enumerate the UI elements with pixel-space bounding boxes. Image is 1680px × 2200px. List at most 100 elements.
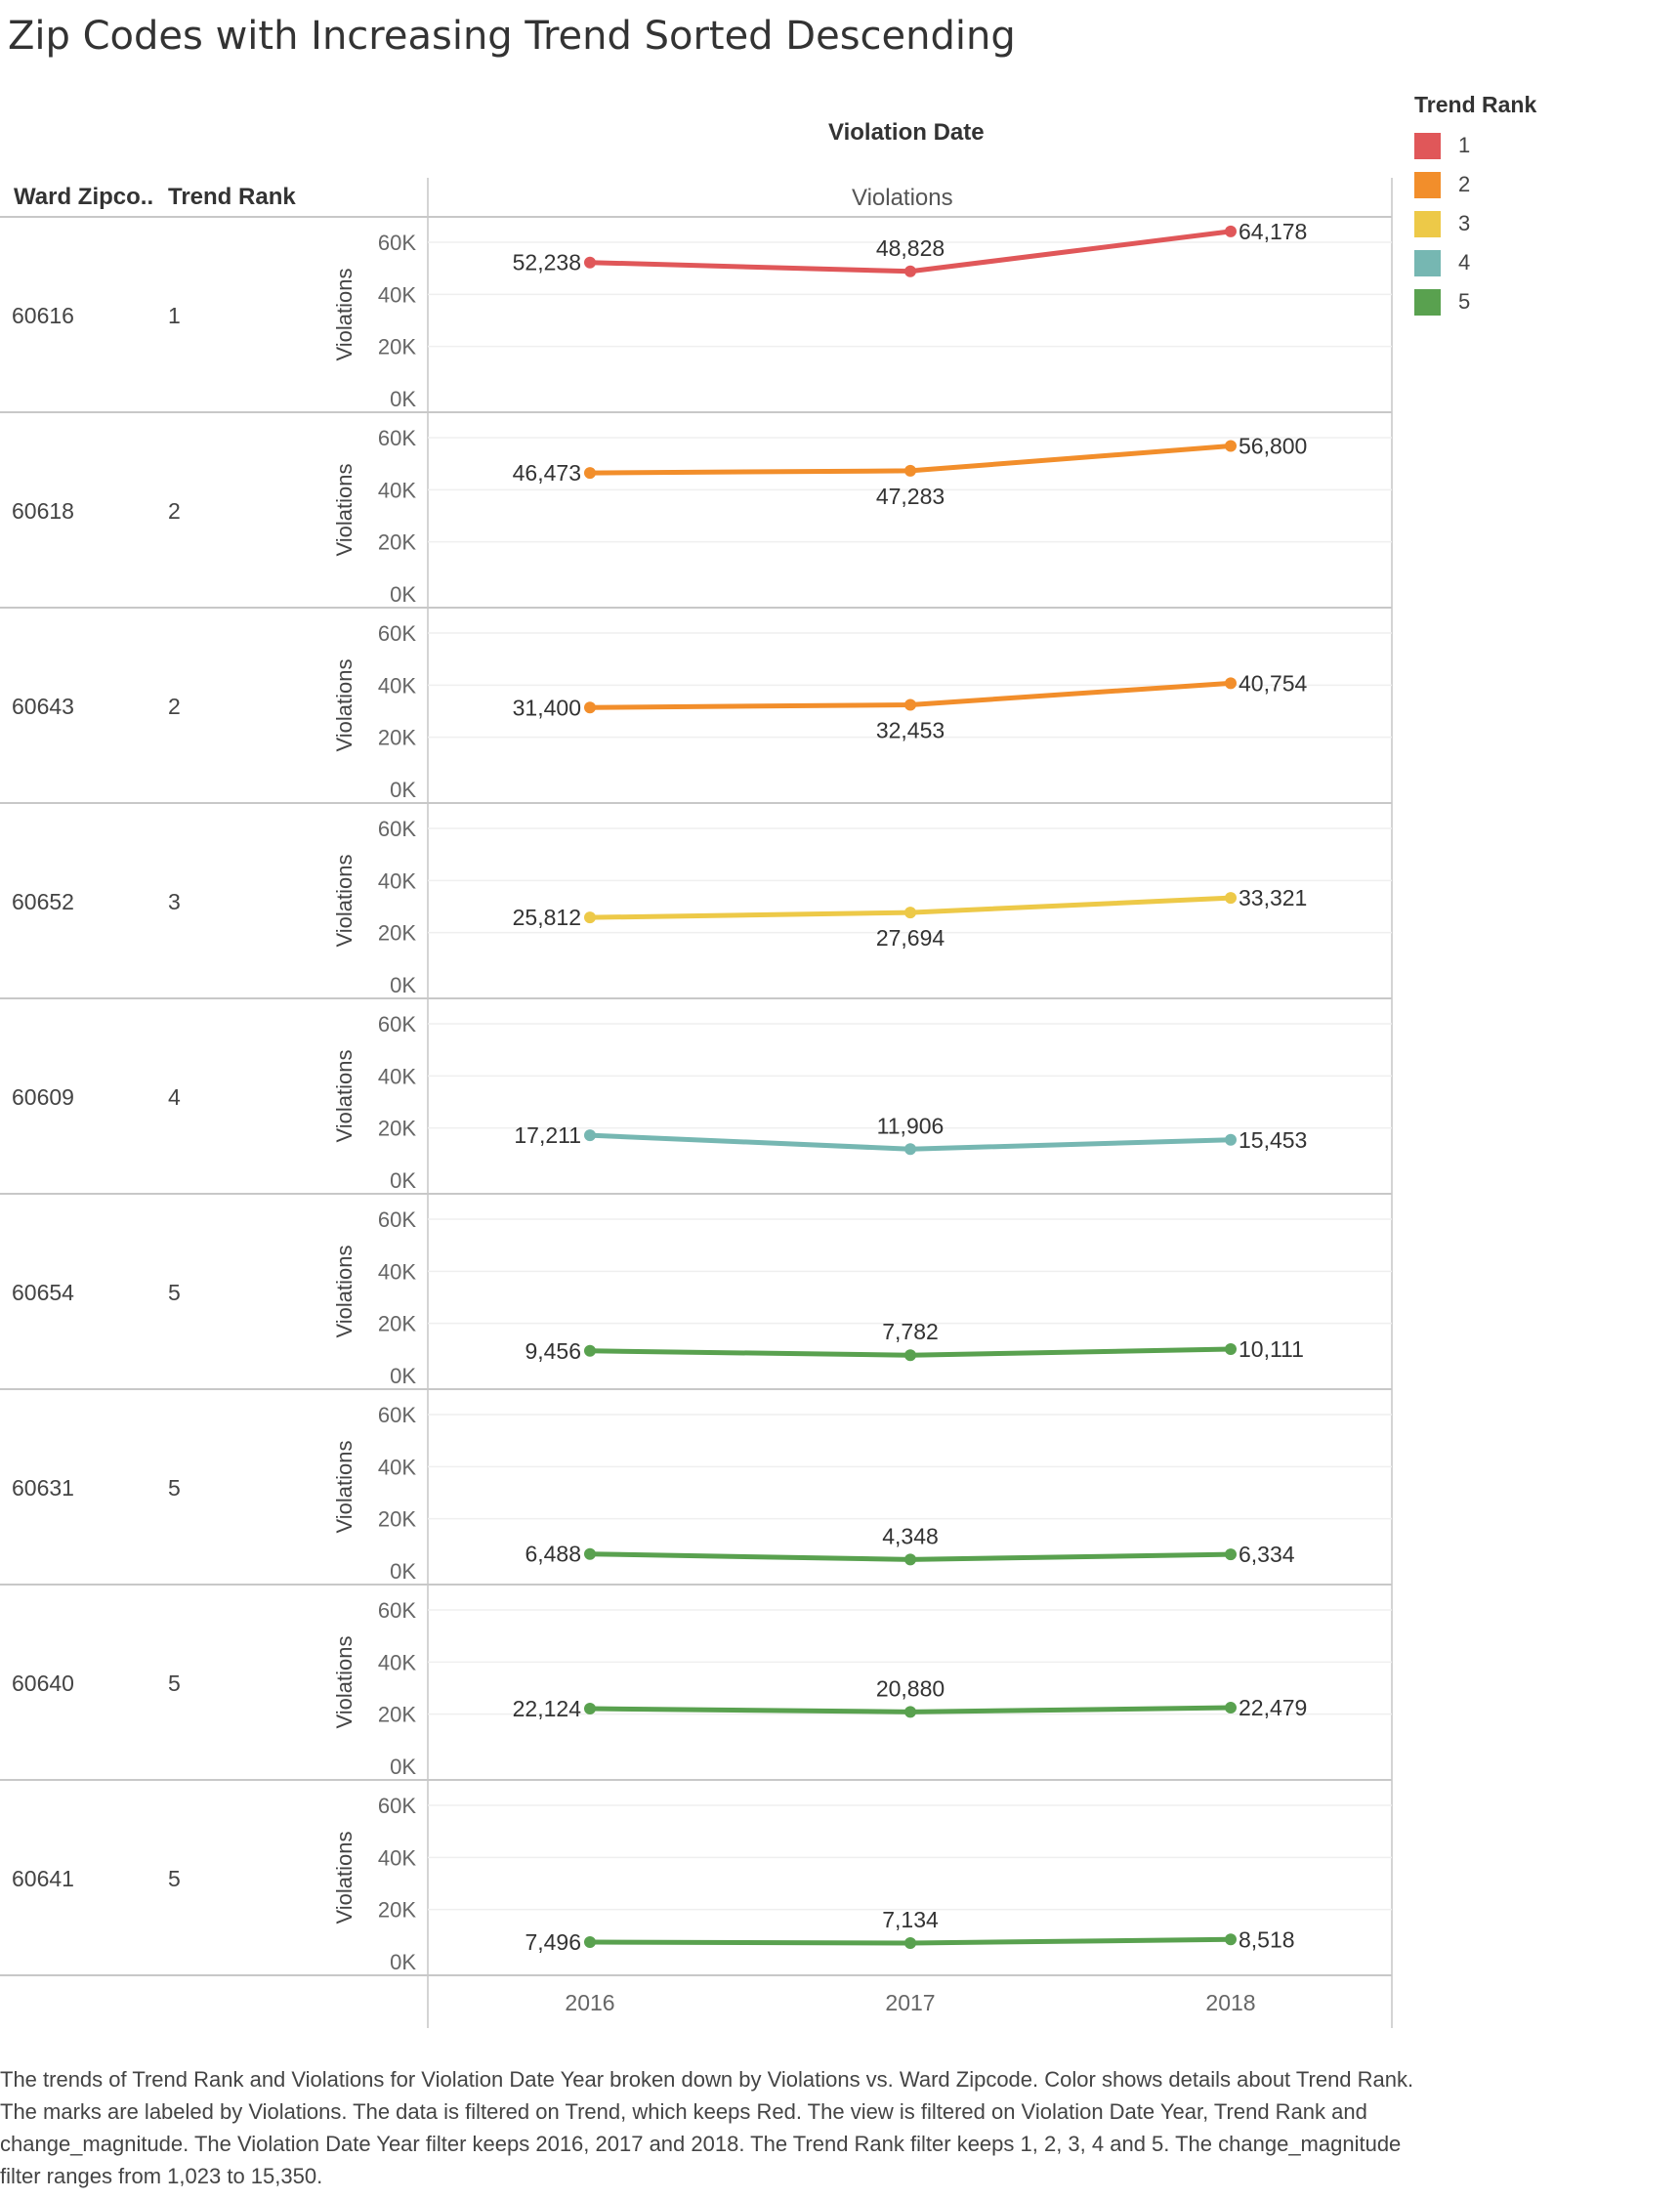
data-point <box>584 256 596 269</box>
data-point <box>1225 1548 1237 1561</box>
y-tick-label: 20K <box>378 1507 416 1532</box>
data-label: 7,134 <box>882 1907 939 1932</box>
data-point <box>584 1547 596 1560</box>
data-point <box>904 907 916 919</box>
y-tick-label: 0K <box>390 1755 416 1779</box>
data-label: 33,321 <box>1239 885 1307 910</box>
y-tick-label: 60K <box>378 1598 416 1623</box>
y-tick-label: 20K <box>378 335 416 360</box>
data-point <box>584 1129 596 1142</box>
x-tick-label: 2018 <box>1205 1990 1255 2015</box>
data-point <box>584 467 596 480</box>
y-axis-title: Violations <box>332 659 357 752</box>
y-tick-label: 0K <box>390 1364 416 1388</box>
y-tick-label: 40K <box>378 673 416 698</box>
y-tick-label: 60K <box>378 1012 416 1037</box>
y-tick-label: 40K <box>378 1259 416 1284</box>
data-label: 52,238 <box>513 250 581 275</box>
y-tick-label: 60K <box>378 1794 416 1818</box>
y-tick-label: 60K <box>378 621 416 646</box>
data-label: 7,496 <box>525 1929 581 1955</box>
y-tick-label: 60K <box>378 817 416 841</box>
data-point <box>1225 1933 1237 1946</box>
y-axis-title: Violations <box>332 1636 357 1729</box>
data-point <box>904 1143 916 1156</box>
y-tick-label: 40K <box>378 1455 416 1479</box>
data-label: 27,694 <box>876 925 945 951</box>
data-point <box>1225 1702 1237 1714</box>
y-tick-label: 20K <box>378 1312 416 1336</box>
y-tick-label: 0K <box>390 778 416 802</box>
data-point <box>1225 1343 1237 1356</box>
y-axis-title: Violations <box>332 269 357 361</box>
y-tick-label: 0K <box>390 1168 416 1193</box>
y-tick-label: 40K <box>378 1064 416 1088</box>
data-label: 8,518 <box>1239 1926 1295 1952</box>
chart-caption: The trends of Trend Rank and Violations … <box>0 2067 1414 2188</box>
data-label: 4,348 <box>882 1523 939 1548</box>
data-point <box>1225 440 1237 452</box>
y-tick-label: 0K <box>390 973 416 997</box>
data-point <box>1225 892 1237 905</box>
y-tick-label: 40K <box>378 478 416 502</box>
y-axis-title: Violations <box>332 1050 357 1143</box>
data-label: 46,473 <box>513 460 581 486</box>
data-label: 17,211 <box>514 1122 581 1148</box>
y-tick-label: 20K <box>378 726 416 750</box>
y-axis-title: Violations <box>332 464 357 557</box>
data-label: 31,400 <box>513 695 581 720</box>
data-label: 48,828 <box>876 235 945 261</box>
y-tick-label: 20K <box>378 1898 416 1923</box>
y-axis-title: Violations <box>332 1832 357 1925</box>
y-tick-label: 40K <box>378 282 416 307</box>
y-tick-label: 0K <box>390 387 416 411</box>
y-tick-label: 20K <box>378 1117 416 1141</box>
data-point <box>904 1936 916 1949</box>
data-point <box>904 1349 916 1362</box>
data-point <box>1225 225 1237 237</box>
line-chart: 0K 20K 40K 60K Violations 52,238 48,828 64,178 0… <box>0 178 1393 2028</box>
y-axis-title: Violations <box>332 1246 357 1338</box>
data-label: 10,111 <box>1239 1336 1304 1362</box>
y-tick-label: 40K <box>378 868 416 893</box>
data-point <box>584 911 596 924</box>
x-tick-label: 2016 <box>565 1990 614 2015</box>
y-tick-label: 0K <box>390 582 416 607</box>
y-axis-title: Violations <box>332 855 357 948</box>
data-point <box>904 265 916 277</box>
x-tick-label: 2017 <box>885 1990 935 2015</box>
data-point <box>584 1703 596 1715</box>
data-label: 40,754 <box>1239 670 1308 696</box>
data-label: 15,453 <box>1239 1127 1307 1153</box>
y-tick-label: 60K <box>378 426 416 450</box>
y-tick-label: 60K <box>378 231 416 255</box>
data-point <box>904 698 916 711</box>
y-tick-label: 60K <box>378 1403 416 1427</box>
data-point <box>904 1553 916 1566</box>
data-point <box>584 701 596 714</box>
y-tick-label: 20K <box>378 1703 416 1727</box>
data-point <box>904 1706 916 1718</box>
data-point <box>1225 1133 1237 1146</box>
data-point <box>1225 677 1237 690</box>
data-label: 6,488 <box>525 1542 581 1567</box>
data-label: 56,800 <box>1239 434 1307 459</box>
data-label: 6,334 <box>1239 1542 1295 1567</box>
data-label: 47,283 <box>876 484 945 509</box>
y-tick-label: 20K <box>378 921 416 946</box>
y-tick-label: 0K <box>390 1950 416 1974</box>
y-tick-label: 40K <box>378 1845 416 1870</box>
data-point <box>584 1936 596 1949</box>
y-tick-label: 40K <box>378 1650 416 1674</box>
data-label: 64,178 <box>1239 219 1307 244</box>
y-tick-label: 0K <box>390 1559 416 1584</box>
data-label: 20,880 <box>876 1675 945 1701</box>
data-label: 7,782 <box>882 1319 939 1344</box>
data-point <box>904 464 916 477</box>
data-label: 25,812 <box>513 905 581 930</box>
y-tick-label: 60K <box>378 1207 416 1232</box>
data-label: 9,456 <box>525 1338 581 1364</box>
data-point <box>584 1344 596 1357</box>
y-tick-label: 20K <box>378 530 416 555</box>
data-label: 32,453 <box>876 717 945 742</box>
